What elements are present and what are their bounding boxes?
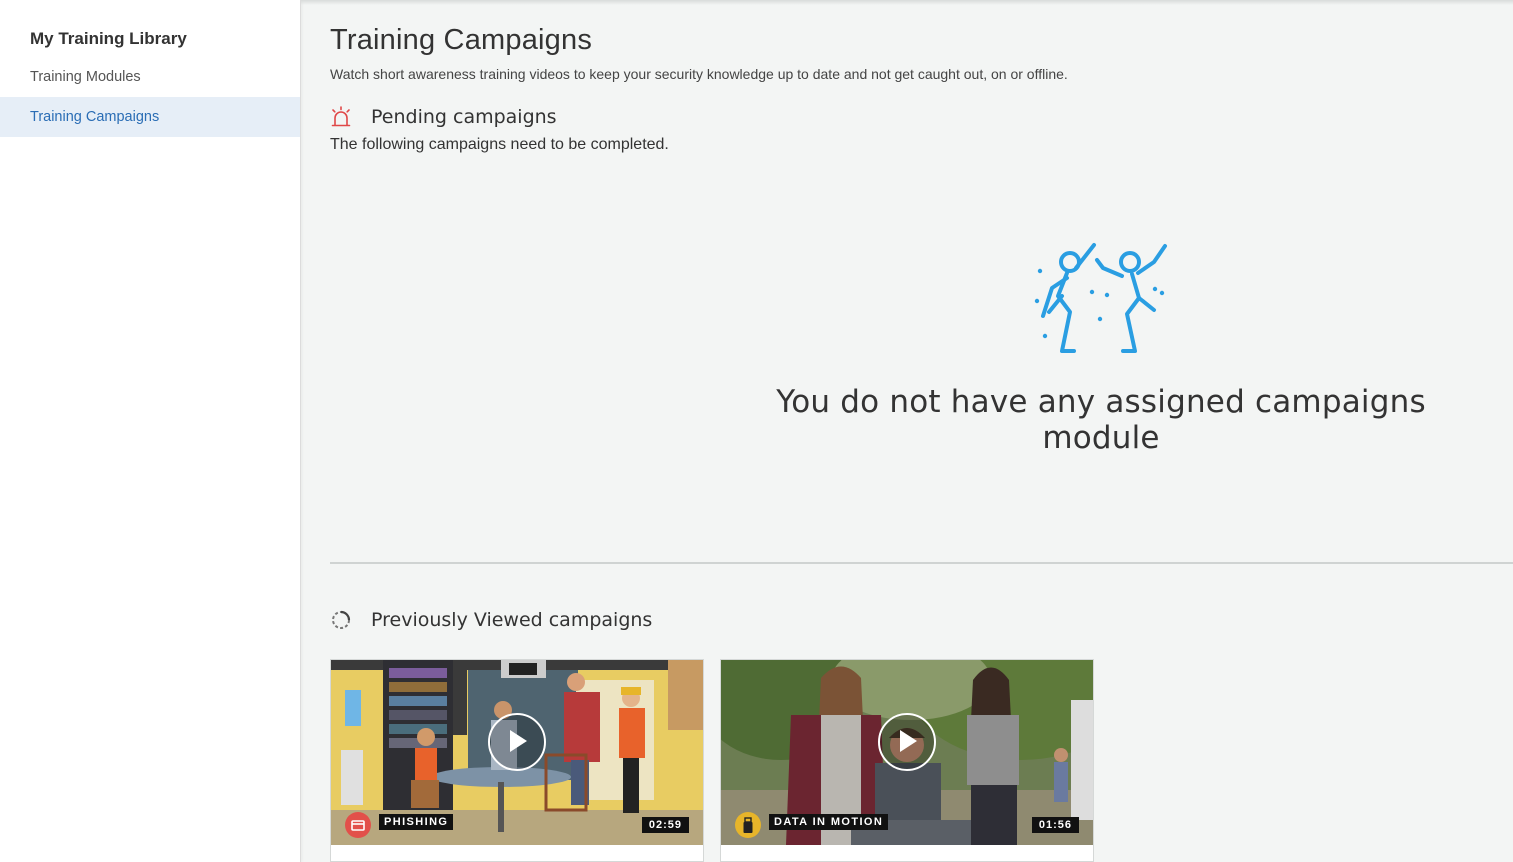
pending-section-label: Pending campaigns bbox=[371, 106, 557, 128]
play-button[interactable] bbox=[878, 713, 936, 771]
usb-drive-icon bbox=[735, 812, 761, 838]
phishing-icon bbox=[345, 812, 371, 838]
alarm-siren-icon bbox=[330, 106, 352, 128]
play-button[interactable] bbox=[488, 713, 546, 771]
video-thumbnail: PHISHING 02:59 bbox=[331, 660, 703, 845]
empty-state-message: You do not have any assigned campaigns m… bbox=[776, 384, 1426, 456]
sidebar: My Training Library Training Modules Tra… bbox=[0, 0, 301, 862]
sidebar-title: My Training Library bbox=[30, 29, 187, 48]
history-icon bbox=[330, 609, 352, 631]
sidebar-item-training-campaigns[interactable]: Training Campaigns bbox=[0, 97, 300, 137]
video-thumbnail: DATA IN MOTION 01:56 bbox=[721, 660, 1093, 845]
page-subtitle: Watch short awareness training videos to… bbox=[330, 66, 1068, 82]
sidebar-item-training-modules[interactable]: Training Modules bbox=[0, 57, 300, 97]
campaign-card-phishing[interactable]: PHISHING 02:59 bbox=[330, 659, 704, 862]
campaign-card-data-in-motion[interactable]: DATA IN MOTION 01:56 bbox=[720, 659, 1094, 862]
pending-description: The following campaigns need to be compl… bbox=[330, 136, 669, 153]
previous-section-label: Previously Viewed campaigns bbox=[371, 609, 653, 631]
duration-badge: 01:56 bbox=[1031, 817, 1079, 833]
category-label: DATA IN MOTION bbox=[769, 814, 889, 830]
pending-section-header: Pending campaigns bbox=[330, 106, 557, 128]
main-content: Training Campaigns Watch short awareness… bbox=[301, 0, 1513, 862]
page-title: Training Campaigns bbox=[330, 24, 593, 56]
previous-section-header: Previously Viewed campaigns bbox=[330, 609, 652, 631]
category-label: PHISHING bbox=[379, 814, 454, 830]
duration-badge: 02:59 bbox=[641, 817, 689, 833]
celebrating-people-icon bbox=[1034, 240, 1168, 356]
section-divider bbox=[330, 562, 1513, 564]
